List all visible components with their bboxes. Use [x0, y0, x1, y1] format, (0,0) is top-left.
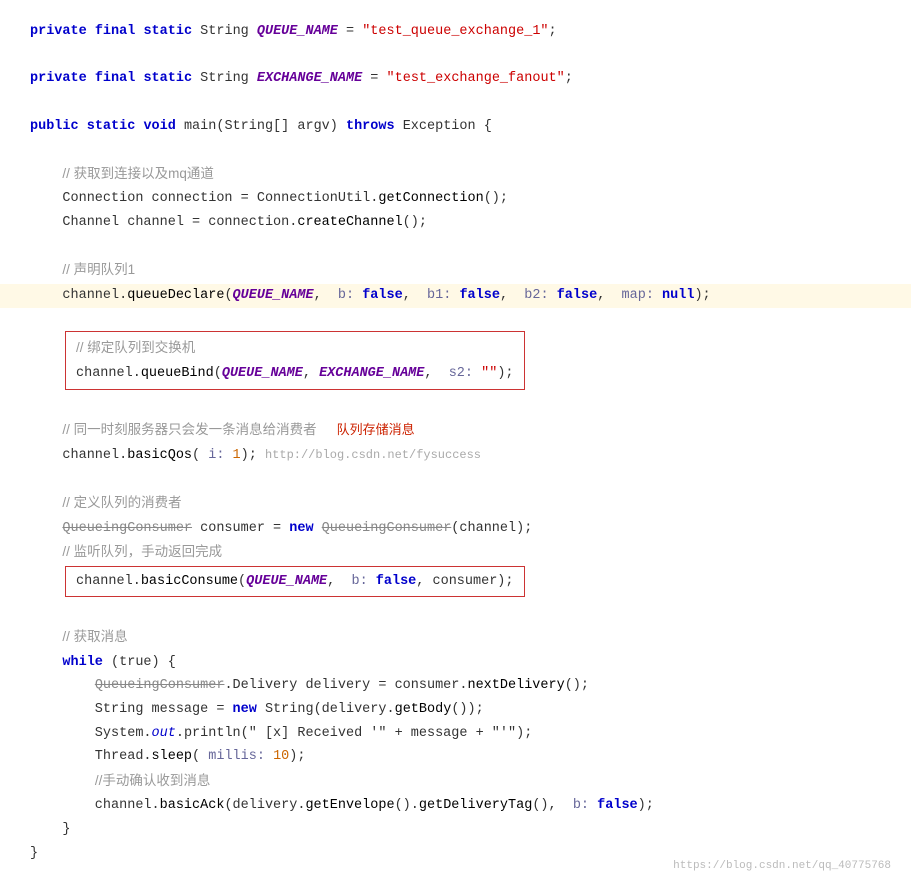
boxed-consume-section: channel.basicConsume(QUEUE_NAME, b: fals…: [65, 566, 525, 598]
code-line-blank8: [30, 601, 881, 625]
code-line-comment2: // 声明队列1: [30, 258, 881, 284]
code-line-comment6: // 监听队列，手动返回完成: [30, 540, 881, 566]
boxed-bind-section: // 绑定队列到交换机 channel.queueBind(QUEUE_NAME…: [65, 331, 525, 390]
code-line-while: while (true) {: [30, 651, 881, 675]
code-line-queuedeclare: channel.queueDeclare(QUEUE_NAME, b: fals…: [0, 284, 911, 308]
code-line-1: private final static String QUEUE_NAME =…: [30, 20, 881, 44]
footer-url: https://blog.csdn.net/qq_40775768: [673, 857, 891, 876]
code-line-queuebind: channel.queueBind(QUEUE_NAME, EXCHANGE_N…: [76, 362, 514, 386]
annotation-queue-storage: 队列存储消息: [337, 422, 415, 437]
code-line-comment7: // 获取消息: [30, 625, 881, 651]
code-line-3: public static void main(String[] argv) t…: [30, 115, 881, 139]
code-line-sleep: Thread.sleep( millis: 10);: [30, 745, 881, 769]
code-line-blank7: [30, 467, 881, 491]
code-line-blank3: [30, 138, 881, 162]
code-line-close1: }: [30, 818, 881, 842]
code-line-5: Connection connection = ConnectionUtil.g…: [30, 187, 881, 211]
code-line-comment5: // 定义队列的消费者: [30, 491, 881, 517]
url-csdn: http://blog.csdn.net/fysuccess: [265, 448, 481, 462]
code-line-comment1: // 获取到连接以及mq通道: [30, 162, 881, 188]
code-line-basicqos: channel.basicQos( i: 1); http://blog.csd…: [30, 444, 881, 468]
code-line-delivery: QueueingConsumer.Delivery delivery = con…: [30, 674, 881, 698]
code-line-blank2: [30, 91, 881, 115]
code-line-blank4: [30, 235, 881, 259]
code-line-blank6: [30, 394, 881, 418]
code-line-2: private final static String EXCHANGE_NAM…: [30, 67, 881, 91]
code-line-queueingconsumer: QueueingConsumer consumer = new Queueing…: [30, 517, 881, 541]
code-line-basicconsume: channel.basicConsume(QUEUE_NAME, b: fals…: [76, 570, 514, 594]
code-line-basicack: channel.basicAck(delivery.getEnvelope().…: [30, 794, 881, 818]
code-line-blank5: [30, 308, 881, 332]
code-line-message: String message = new String(delivery.get…: [30, 698, 881, 722]
code-line-6: Channel channel = connection.createChann…: [30, 211, 881, 235]
code-line-blank1: [30, 44, 881, 68]
code-line-println: System.out.println(" [x] Received '" + m…: [30, 722, 881, 746]
code-viewer: private final static String QUEUE_NAME =…: [0, 0, 911, 885]
code-line-comment3: // 绑定队列到交换机: [76, 336, 514, 362]
code-line-comment4: // 同一时刻服务器只会发一条消息给消费者队列存储消息: [30, 418, 881, 444]
